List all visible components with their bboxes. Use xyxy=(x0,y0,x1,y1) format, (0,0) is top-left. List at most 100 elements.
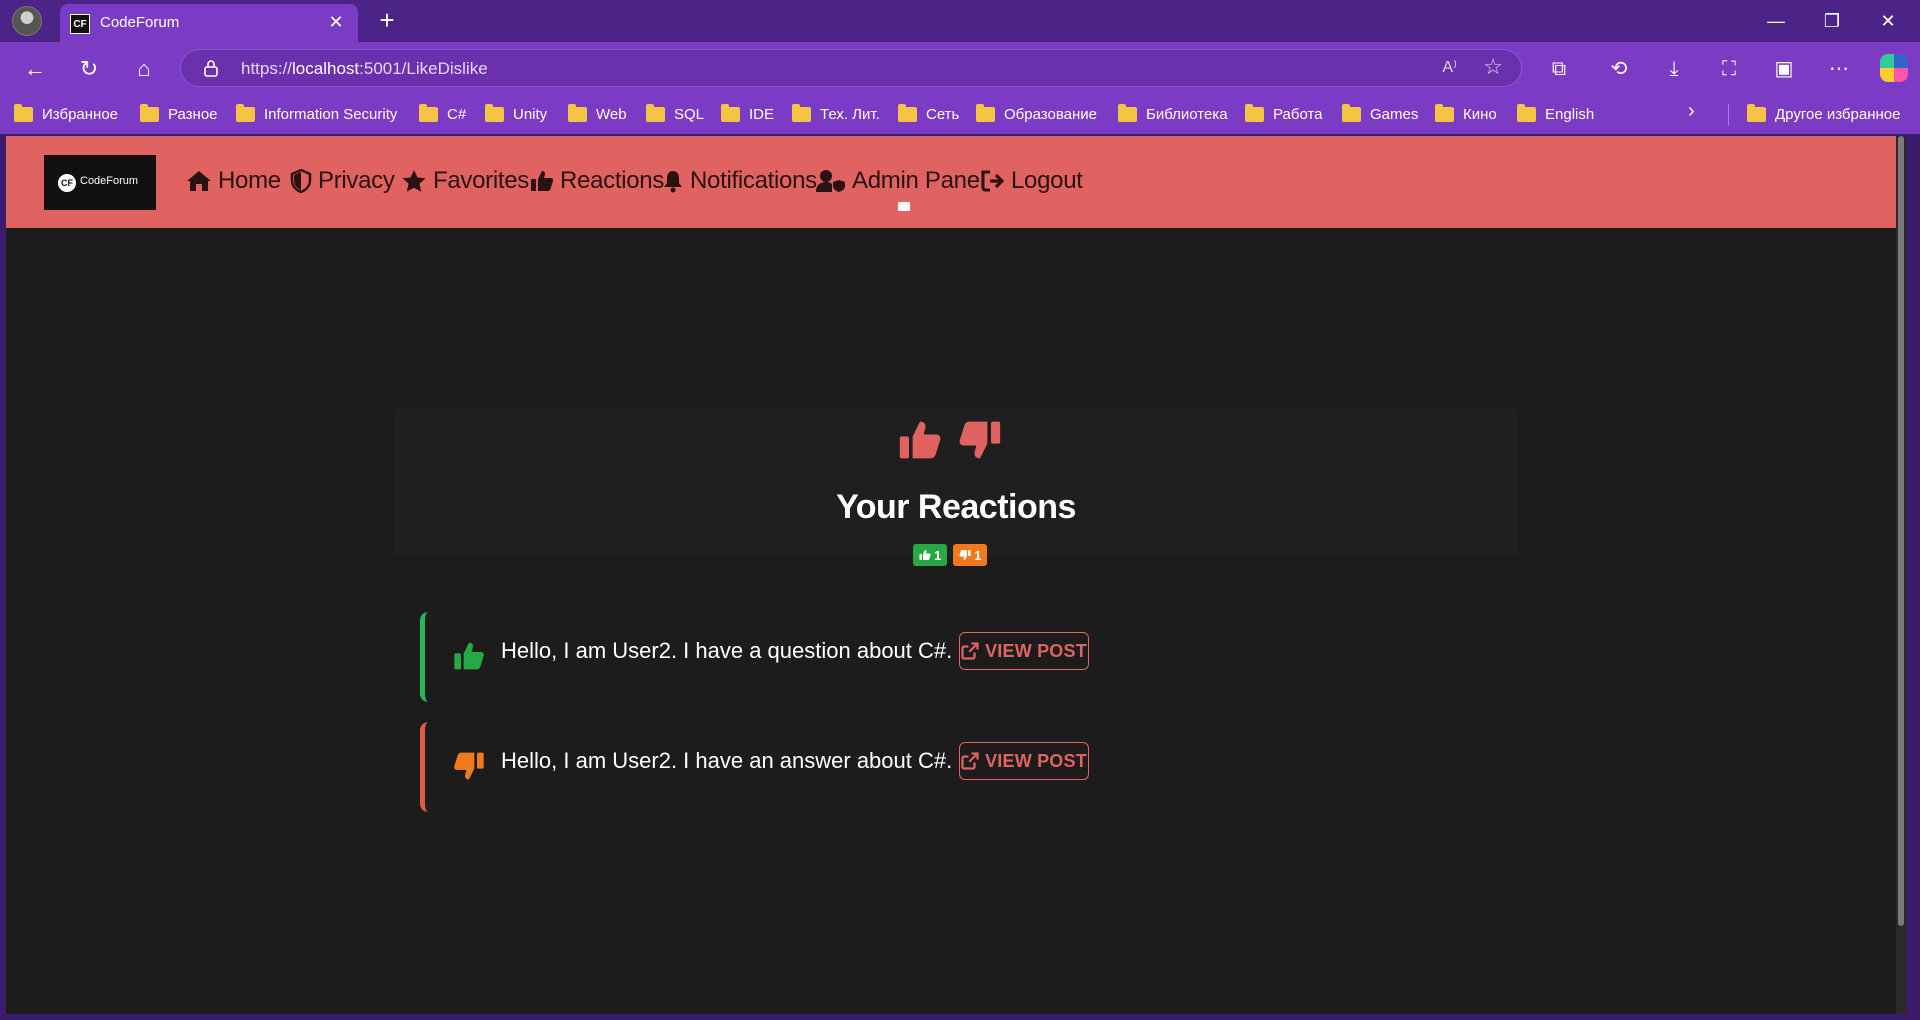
bookmark-folder[interactable]: Сеть xyxy=(898,103,959,125)
close-window-icon[interactable]: ✕ xyxy=(1868,6,1908,36)
folder-icon xyxy=(14,103,33,122)
bookmark-folder[interactable]: English xyxy=(1517,103,1594,125)
tab-close-icon[interactable]: ✕ xyxy=(324,10,348,34)
tab-title: CodeForum xyxy=(100,14,180,31)
new-tab-button[interactable]: + xyxy=(372,6,402,36)
extensions-icon[interactable]: ⧉ xyxy=(1542,52,1576,86)
reaction-item: Hello, I am User2. I have an answer abou… xyxy=(420,722,1520,812)
refresh-icon[interactable]: ↻ xyxy=(72,52,106,86)
external-link-icon xyxy=(961,642,979,660)
external-link-icon xyxy=(961,752,979,770)
bookmark-folder[interactable]: Разное xyxy=(140,103,218,125)
back-icon[interactable]: ← xyxy=(18,52,52,86)
folder-icon xyxy=(792,103,811,122)
folder-icon xyxy=(419,103,438,122)
thumbs-up-icon xyxy=(899,421,941,459)
page-title: Your Reactions xyxy=(836,488,1076,526)
folder-icon xyxy=(568,103,587,122)
folder-icon xyxy=(1747,103,1766,122)
folder-icon xyxy=(1118,103,1137,122)
star-icon xyxy=(402,170,426,192)
view-post-button[interactable]: VIEW POST xyxy=(959,632,1089,670)
brand-logo[interactable]: CF CodeForum xyxy=(44,155,156,210)
tab-favicon-icon: CF xyxy=(70,14,90,34)
bookmark-folder[interactable]: Games xyxy=(1342,103,1418,125)
brand-text: CodeForum xyxy=(80,175,139,187)
logout-icon xyxy=(981,170,1005,192)
bookmarks-divider xyxy=(1728,104,1729,126)
scrollbar-thumb[interactable] xyxy=(1898,136,1904,926)
favorite-star-icon[interactable]: ☆ xyxy=(1483,54,1503,80)
profile-avatar[interactable] xyxy=(12,6,42,36)
reaction-item: Hello, I am User2. I have a question abo… xyxy=(420,612,1520,702)
bookmark-folder[interactable]: C# xyxy=(419,103,466,125)
browser-titlebar: CF CodeForum ✕ + — ❐ ✕ xyxy=(0,0,1920,42)
folder-icon xyxy=(1517,103,1536,122)
bookmarks-bar: Избранное Разное Information Security C#… xyxy=(0,94,1920,134)
bookmark-folder[interactable]: Работа xyxy=(1245,103,1323,125)
nav-privacy[interactable]: Privacy xyxy=(290,164,395,198)
screenshot-icon[interactable]: ⛶ xyxy=(1712,52,1746,86)
folder-icon xyxy=(1435,103,1454,122)
chevron-right-icon[interactable]: › xyxy=(1688,100,1695,123)
page-viewport: CF CodeForum Home Privacy Favorites Reac… xyxy=(6,136,1906,1014)
bookmark-folder[interactable]: SQL xyxy=(646,103,704,125)
browser-tab[interactable]: CF CodeForum ✕ xyxy=(60,4,358,42)
collections-icon[interactable]: ▣ xyxy=(1767,52,1801,86)
home-icon xyxy=(187,171,211,191)
nav-logout[interactable]: Logout xyxy=(981,164,1083,198)
envelope-icon xyxy=(898,202,910,211)
folder-icon xyxy=(976,103,995,122)
nav-favorites[interactable]: Favorites xyxy=(401,164,529,198)
folder-icon xyxy=(485,103,504,122)
bookmark-folder[interactable]: Information Security xyxy=(236,103,397,125)
bell-icon xyxy=(664,171,682,193)
nav-reactions[interactable]: Reactions xyxy=(530,164,664,198)
nav-admin-panel[interactable]: Admin Panel xyxy=(816,164,985,198)
view-post-button[interactable]: VIEW POST xyxy=(959,742,1089,780)
restore-icon[interactable]: ❐ xyxy=(1812,6,1852,36)
lock-icon[interactable] xyxy=(201,58,221,78)
likes-count-badge: 1 xyxy=(913,544,948,566)
read-aloud-icon[interactable]: A⁾ xyxy=(1442,57,1457,77)
bookmark-folder[interactable]: Библиотека xyxy=(1118,103,1228,125)
bookmark-folder[interactable]: Избранное xyxy=(14,103,118,125)
copilot-icon[interactable] xyxy=(1880,54,1908,82)
reaction-post-text: Hello, I am User2. I have a question abo… xyxy=(501,638,953,663)
thumbs-up-icon xyxy=(454,642,484,670)
bookmark-folder[interactable]: Web xyxy=(568,103,627,125)
reactions-header-icons xyxy=(898,418,1002,466)
home-icon[interactable]: ⌂ xyxy=(127,52,161,86)
bookmark-folder[interactable]: Кино xyxy=(1435,103,1497,125)
bookmark-folder[interactable]: Образование xyxy=(976,103,1097,125)
thumbs-up-icon xyxy=(531,171,554,191)
user-shield-icon xyxy=(816,170,845,192)
bookmark-folder[interactable]: Тех. Лит. xyxy=(792,103,880,125)
history-icon[interactable]: ⟲ xyxy=(1602,52,1636,86)
minimize-icon[interactable]: — xyxy=(1756,6,1796,36)
dislikes-count-badge: 1 xyxy=(953,544,988,566)
folder-icon xyxy=(1342,103,1361,122)
other-favorites-folder[interactable]: Другое избранное xyxy=(1747,103,1900,125)
brand-mark: CF xyxy=(58,174,76,192)
url-text[interactable]: https://localhost:5001/LikeDislike xyxy=(241,59,488,79)
folder-icon xyxy=(721,103,740,122)
folder-icon xyxy=(646,103,665,122)
bookmark-folder[interactable]: Unity xyxy=(485,103,547,125)
folder-icon xyxy=(898,103,917,122)
nav-notifications[interactable]: Notifications xyxy=(662,164,817,198)
nav-home[interactable]: Home xyxy=(186,164,281,198)
more-menu-icon[interactable]: ⋯ xyxy=(1822,52,1856,86)
downloads-icon[interactable]: ⤓ xyxy=(1657,52,1691,86)
folder-icon xyxy=(236,103,255,122)
page-scrollbar[interactable] xyxy=(1896,136,1906,1014)
folder-icon xyxy=(140,103,159,122)
thumbs-down-icon xyxy=(959,421,1001,459)
shield-icon xyxy=(290,169,312,193)
browser-toolbar: ← ↻ ⌂ https://localhost:5001/LikeDislike… xyxy=(0,42,1920,94)
address-bar[interactable]: https://localhost:5001/LikeDislike A⁾ ☆ xyxy=(180,49,1522,87)
bookmark-folder[interactable]: IDE xyxy=(721,103,774,125)
thumbs-down-icon xyxy=(454,752,484,780)
thumbs-up-icon xyxy=(919,550,931,560)
folder-icon xyxy=(1245,103,1264,122)
